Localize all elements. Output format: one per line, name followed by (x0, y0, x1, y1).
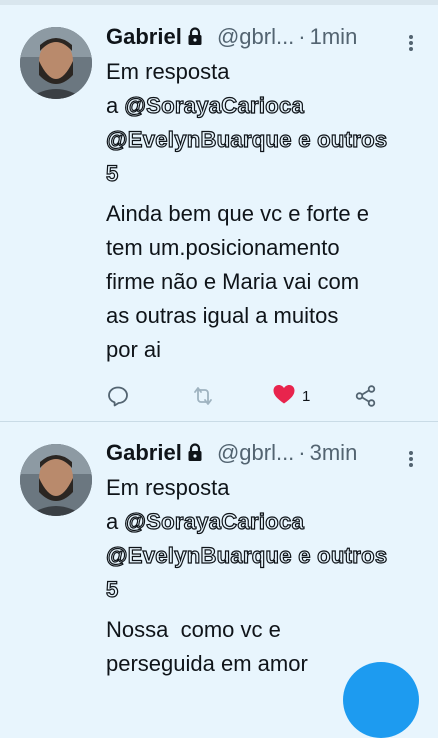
tweet-text-line: por ai (106, 337, 162, 362)
mention-link[interactable]: @SorayaCarioca (124, 92, 305, 118)
more-icon[interactable] (408, 445, 414, 477)
tweet-text-line: as outras igual a muitos (106, 303, 339, 328)
mention-link[interactable]: @EvelynBuarque e outros (105, 539, 420, 573)
tweet-actions: 1 (106, 383, 392, 409)
reply-prefix: Em resposta (106, 59, 230, 84)
author-name[interactable]: Gabriel (106, 24, 182, 49)
author-handle[interactable]: @gbrl... (217, 24, 294, 49)
tweet-body: Em resposta a @SorayaCarioca @EvelynBuar… (105, 471, 420, 681)
avatar[interactable] (20, 27, 92, 99)
tweet-text-line: Ainda bem que vc e forte e (106, 201, 369, 226)
reply-a: a (106, 93, 119, 118)
tweet-body: Em resposta a @SorayaCarioca @EvelynBuar… (105, 55, 420, 367)
tweet-header: Gabriel @gbrl... · 3min (106, 437, 420, 469)
like-count: 1 (302, 387, 311, 405)
compose-button[interactable] (343, 662, 419, 738)
tweet-time[interactable]: 1min (310, 24, 358, 49)
reply-prefix: Em resposta (106, 475, 230, 500)
mention-link[interactable]: @EvelynBuarque e outros (105, 123, 420, 157)
tweet-text-line: tem um.posicionamento (106, 235, 340, 260)
others-count[interactable]: 5 (105, 573, 420, 607)
tweet-text-line: Nossa como vc e (106, 617, 281, 642)
lock-icon (185, 23, 205, 55)
like-button[interactable]: 1 (272, 383, 310, 409)
tweet[interactable]: Gabriel @gbrl... · 3min Em resposta a @Sor… (0, 421, 438, 681)
author-name[interactable]: Gabriel (106, 440, 182, 465)
reply-a: a (106, 509, 119, 534)
separator: · (298, 24, 306, 49)
share-icon[interactable] (354, 383, 378, 409)
tweet-time[interactable]: 3min (310, 440, 358, 465)
tweet-text: Ainda bem que vc e forte e tem um.posici… (106, 197, 420, 367)
more-icon[interactable] (408, 29, 414, 61)
separator: · (298, 440, 306, 465)
reply-icon[interactable] (106, 383, 130, 409)
heart-icon (272, 383, 296, 410)
tweet-header: Gabriel @gbrl... · 1min (106, 21, 420, 53)
avatar[interactable] (20, 444, 92, 516)
lock-icon (185, 439, 205, 471)
others-count[interactable]: 5 (105, 157, 420, 191)
author-handle[interactable]: @gbrl... (217, 440, 294, 465)
tweet-text-line: firme não e Maria vai com (106, 269, 360, 294)
mention-link[interactable]: @SorayaCarioca (124, 508, 305, 534)
retweet-icon[interactable] (190, 383, 216, 409)
tweet[interactable]: Gabriel @gbrl... · 1min Em resposta a @Sor… (0, 5, 438, 421)
